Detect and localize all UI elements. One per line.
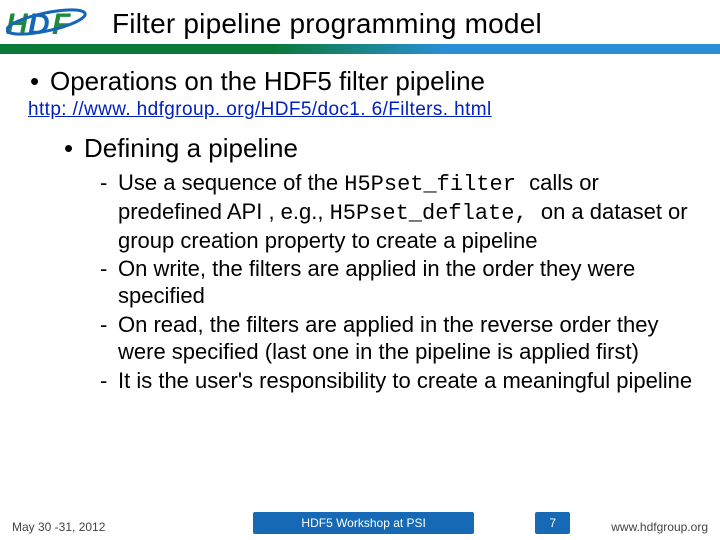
bullet-level3: It is the user's responsibility to creat… <box>26 368 694 395</box>
bullet-level2: Defining a pipeline <box>26 133 694 164</box>
footer-event: HDF5 Workshop at PSI <box>253 512 474 534</box>
hdf-logo: H D F <box>6 4 98 44</box>
header-divider <box>0 44 720 54</box>
footer-url: www.hdfgroup.org <box>588 520 708 534</box>
bullet-level3: On write, the filters are applied in the… <box>26 256 694 310</box>
bullet-level1: Operations on the HDF5 filter pipeline <box>26 66 694 97</box>
slide-body: Operations on the HDF5 filter pipeline h… <box>0 54 720 395</box>
doc-link[interactable]: http: //www. hdfgroup. org/HDF5/doc1. 6/… <box>28 99 694 121</box>
bullet-level3: On read, the filters are applied in the … <box>26 312 694 366</box>
slide-footer: May 30 -31, 2012 HDF5 Workshop at PSI 7 … <box>0 512 720 534</box>
slide-header: H D F Filter pipeline programming model <box>0 0 720 44</box>
bullet-level3: Use a sequence of the H5Pset_filter call… <box>26 170 694 254</box>
footer-date: May 30 -31, 2012 <box>12 520 192 534</box>
slide-title: Filter pipeline programming model <box>112 8 542 40</box>
footer-page: 7 <box>535 512 570 534</box>
